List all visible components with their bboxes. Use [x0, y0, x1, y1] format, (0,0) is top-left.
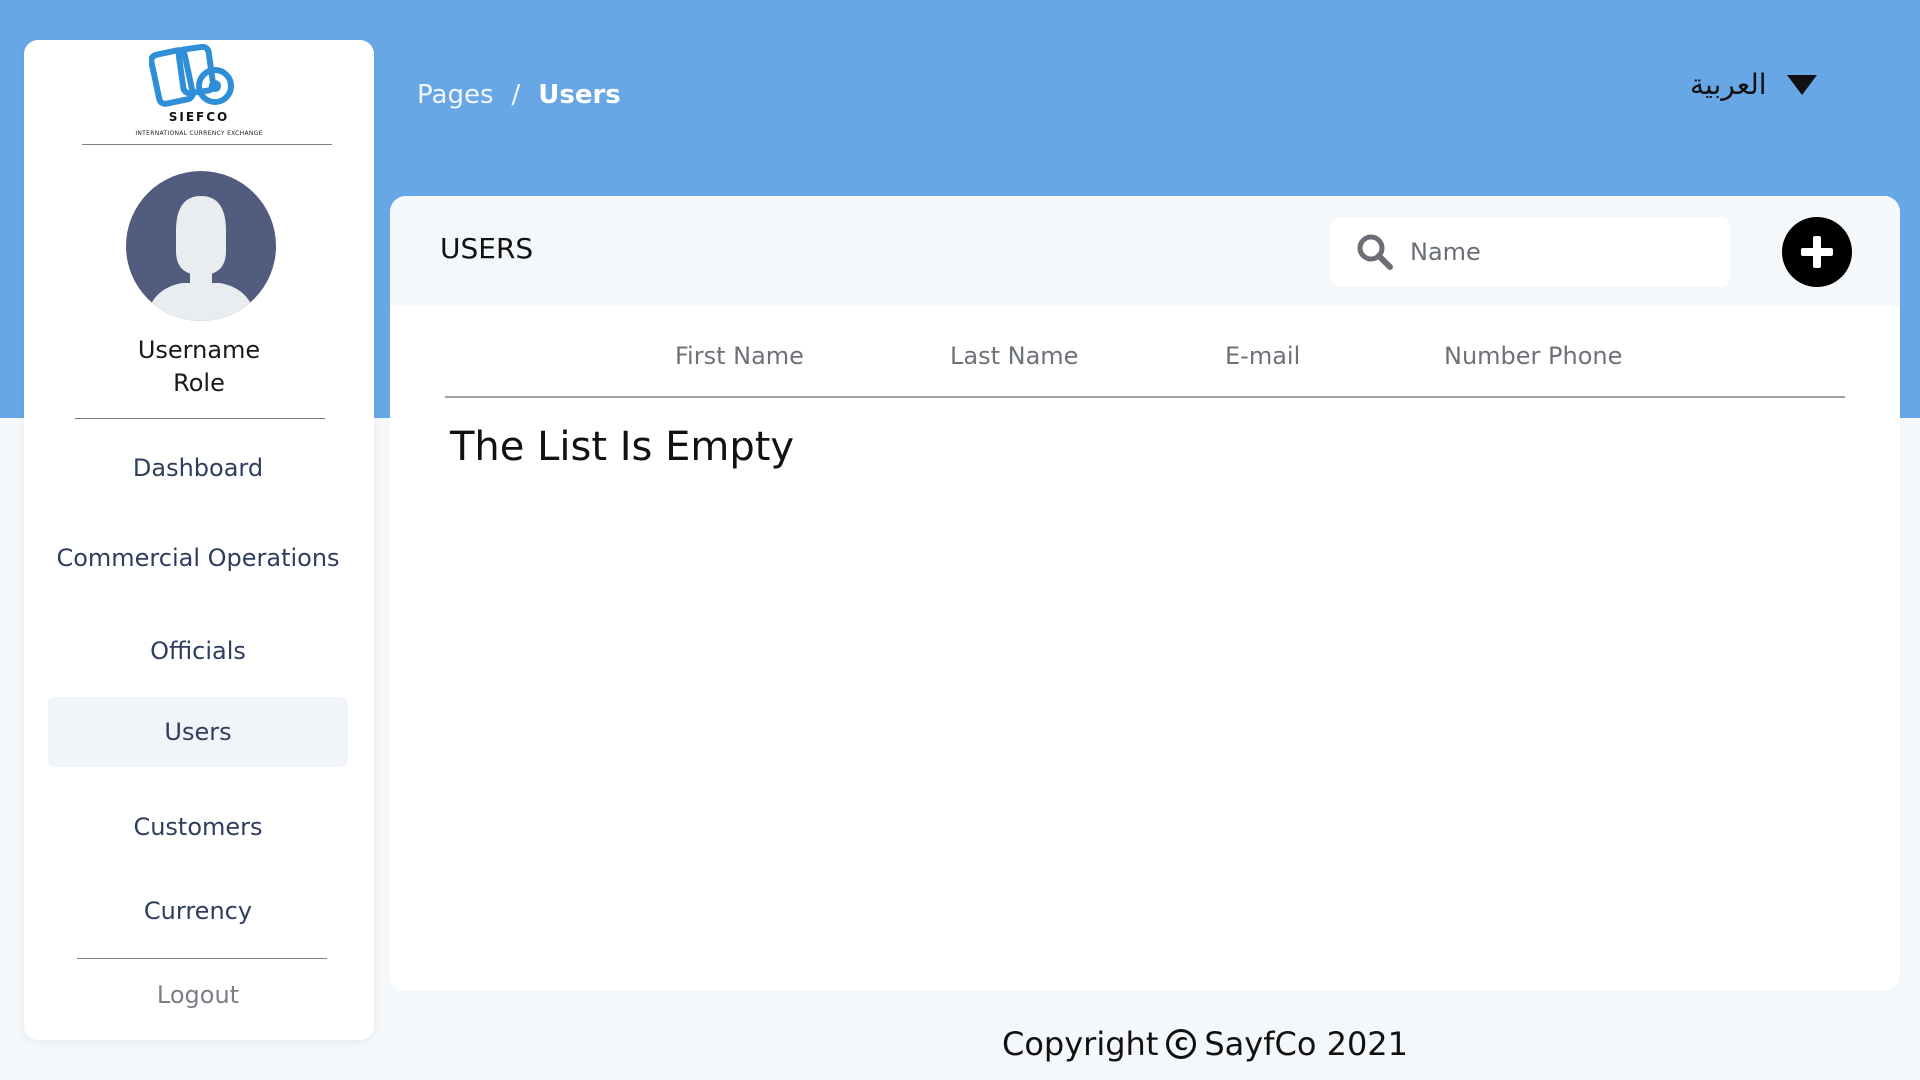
logo-icon	[149, 44, 234, 107]
sidebar-item-users[interactable]: Users	[48, 697, 348, 767]
footer: Copyright C SayfCo 2021	[1002, 1025, 1408, 1063]
users-card: USERS First Name Last Name E-mail Number…	[390, 196, 1900, 991]
user-silhouette-icon	[146, 196, 256, 321]
logout-button[interactable]: Logout	[48, 970, 348, 1020]
table-header-divider	[445, 396, 1845, 398]
brand-name: SIEFCO	[168, 110, 230, 124]
page-title: USERS	[440, 232, 534, 265]
user-role: Role	[173, 369, 225, 397]
sidebar-item-officials[interactable]: Officials	[48, 616, 348, 686]
column-header-email[interactable]: E-mail	[1225, 342, 1300, 370]
breadcrumb-current: Users	[538, 80, 621, 110]
card-header: USERS	[390, 196, 1900, 306]
search-input[interactable]	[1410, 238, 1710, 266]
language-selector[interactable]: العربية	[1690, 68, 1817, 101]
sidebar: SIEFCO INTERNATIONAL CURRENCY EXCHANGE U…	[24, 40, 374, 1040]
column-header-first-name[interactable]: First Name	[675, 342, 804, 370]
column-header-phone[interactable]: Number Phone	[1444, 342, 1622, 370]
logo-divider	[82, 144, 332, 145]
plus-icon	[1801, 236, 1833, 268]
breadcrumb-separator: /	[511, 80, 521, 110]
avatar	[126, 171, 276, 321]
breadcrumb-root[interactable]: Pages	[417, 80, 494, 110]
language-label: العربية	[1690, 68, 1767, 101]
column-header-last-name[interactable]: Last Name	[950, 342, 1078, 370]
logout-divider	[77, 958, 327, 959]
profile-divider	[75, 418, 325, 419]
sidebar-item-currency[interactable]: Currency	[48, 876, 348, 946]
sidebar-item-customers[interactable]: Customers	[48, 792, 348, 862]
empty-list-message: The List Is Empty	[450, 424, 795, 470]
breadcrumb: Pages / Users	[417, 80, 621, 110]
copyright-icon: C	[1166, 1029, 1197, 1059]
triangle-down-icon	[1786, 74, 1817, 95]
search-icon	[1356, 232, 1396, 272]
footer-copyright-label: Copyright	[1002, 1025, 1159, 1063]
sidebar-item-dashboard[interactable]: Dashboard	[48, 433, 348, 503]
brand-tagline: INTERNATIONAL CURRENCY EXCHANGE	[135, 130, 263, 137]
add-user-button[interactable]	[1782, 217, 1852, 287]
sidebar-item-commercial-operations[interactable]: Commercial Operations	[48, 523, 348, 593]
user-name: Username	[137, 336, 261, 364]
search-box	[1330, 217, 1730, 287]
footer-text: SayfCo 2021	[1204, 1025, 1409, 1063]
logo: SIEFCO INTERNATIONAL CURRENCY EXCHANGE	[24, 40, 374, 148]
